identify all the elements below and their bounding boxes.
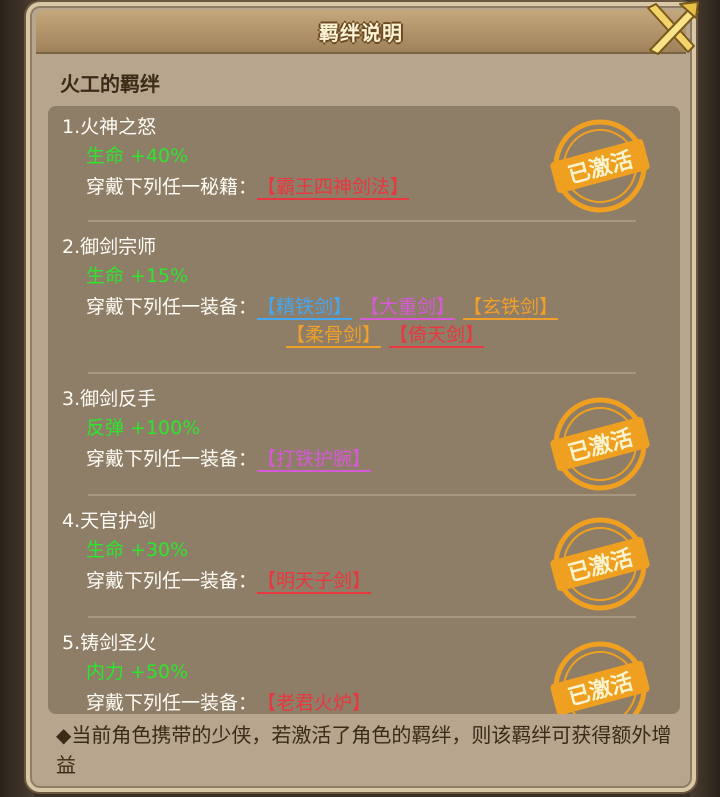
bond-info-dialog: 羁绊说明 火工的羁绊 1.火神之怒 生命 +40% 穿戴下列任一秘籍：【霸王四神… — [26, 2, 696, 792]
requirement-label: 穿戴下列任一装备： — [86, 448, 258, 470]
requirement-label: 穿戴下列任一装备： — [86, 692, 258, 714]
item-link[interactable]: 【霸王四神剑法】 — [257, 176, 410, 200]
bond-divider — [88, 220, 636, 222]
item-link[interactable]: 【打铁护腕】 — [257, 448, 372, 472]
activated-stamp-icon: 已激活 — [550, 397, 650, 491]
bond-requirement: 穿戴下列任一秘籍：【霸王四神剑法】 — [86, 172, 417, 200]
dialog-title: 羁绊说明 — [319, 20, 403, 45]
item-link[interactable]: 【大重剑】 — [360, 296, 456, 320]
bond-name: 1.火神之怒 — [62, 116, 157, 138]
bond-requirement: 穿戴下列任一装备：【打铁护腕】 — [86, 444, 379, 472]
bond-name: 5.铸剑圣火 — [62, 632, 157, 654]
bond-effect: 生命 +15% — [86, 265, 189, 287]
bond-divider — [88, 372, 636, 374]
footer-note: ◆当前角色携带的少侠，若激活了角色的羁绊，则该羁绊可获得额外增益 — [56, 723, 672, 777]
bond-divider — [88, 616, 636, 618]
bond-requirement: 穿戴下列任一装备：【老君火炉】 — [86, 688, 379, 714]
close-icon[interactable] — [640, 0, 700, 58]
requirement-label: 穿戴下列任一秘籍： — [86, 176, 258, 198]
activated-stamp-icon: 已激活 — [550, 119, 650, 213]
bond-name: 3.御剑反手 — [62, 388, 157, 410]
item-link[interactable]: 【明天子剑】 — [257, 570, 372, 594]
bond-divider — [88, 494, 636, 496]
item-link[interactable]: 【玄铁剑】 — [463, 296, 559, 320]
dialog-title-bar: 羁绊说明 — [36, 10, 686, 54]
hero-bond-title: 火工的羁绊 — [60, 72, 160, 96]
bond-effect: 内力 +50% — [86, 661, 189, 683]
bond-list-panel[interactable]: 1.火神之怒 生命 +40% 穿戴下列任一秘籍：【霸王四神剑法】 已激活 2.御… — [48, 106, 680, 714]
requirement-label: 穿戴下列任一装备： — [86, 296, 258, 318]
bond-requirement: 穿戴下列任一装备：【明天子剑】 — [86, 566, 379, 594]
requirement-label: 穿戴下列任一装备： — [86, 570, 258, 592]
item-link[interactable]: 【精铁剑】 — [257, 296, 353, 320]
item-link[interactable]: 【柔骨剑】 — [286, 324, 382, 348]
bond-entry: 4.天官护剑 生命 +30% 穿戴下列任一装备：【明天子剑】 已激活 — [48, 500, 680, 620]
bond-entry: 1.火神之怒 生命 +40% 穿戴下列任一秘籍：【霸王四神剑法】 已激活 — [48, 106, 680, 226]
bond-requirement-row2: 【柔骨剑】 【倚天剑】 — [286, 324, 492, 348]
bond-effect: 生命 +30% — [86, 539, 189, 561]
bond-effect: 生命 +40% — [86, 145, 189, 167]
bond-entry: 5.铸剑圣火 内力 +50% 穿戴下列任一装备：【老君火炉】 已激活 — [48, 622, 680, 714]
bond-requirement: 穿戴下列任一装备：【精铁剑】 【大重剑】 【玄铁剑】 — [86, 292, 566, 320]
activated-stamp-icon: 已激活 — [550, 517, 650, 611]
item-link[interactable]: 【老君火炉】 — [257, 692, 371, 714]
bond-entry: 3.御剑反手 反弹 +100% 穿戴下列任一装备：【打铁护腕】 已激活 — [48, 378, 680, 498]
activated-stamp-icon: 已激活 — [550, 641, 650, 714]
bond-effect: 反弹 +100% — [86, 417, 201, 439]
bond-name: 2.御剑宗师 — [62, 236, 157, 258]
bond-name: 4.天官护剑 — [62, 510, 157, 532]
bond-entry: 2.御剑宗师 生命 +15% 穿戴下列任一装备：【精铁剑】 【大重剑】 【玄铁剑】 … — [48, 226, 680, 376]
item-link[interactable]: 【倚天剑】 — [389, 324, 485, 348]
